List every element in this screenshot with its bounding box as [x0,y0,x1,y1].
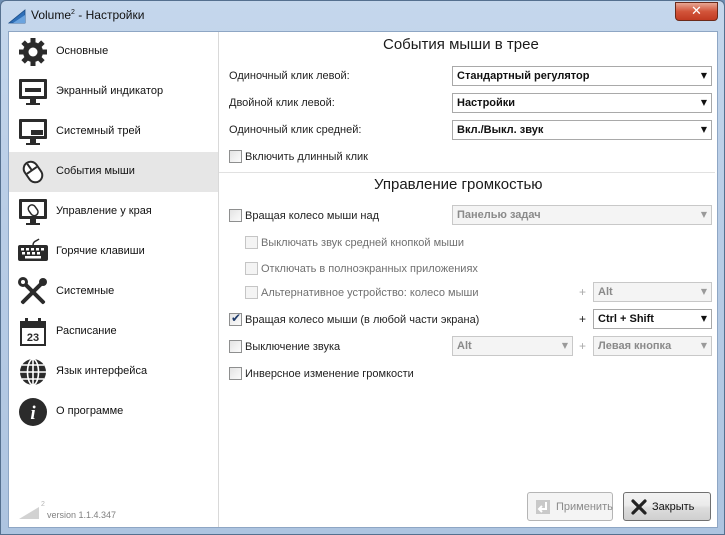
chevron-down-icon: ▼ [700,71,707,80]
sidebar-item-label: Расписание [56,325,117,337]
apply-icon [536,500,550,514]
sidebar-item-general[interactable]: Основные [9,32,218,72]
wheel-anywhere-modifier-select[interactable]: Ctrl + Shift ▼ [593,309,712,329]
sidebar-item-label: Язык интерфейса [56,365,148,377]
screen-edge-mouse-icon [19,199,47,225]
calendar-day-number: 23 [27,332,39,344]
keyboard-icon [18,238,48,261]
chevron-down-icon: ▼ [700,341,707,350]
monitor-icon [19,79,47,105]
alt-device-modifier-select[interactable]: Alt ▼ [593,282,712,302]
settings-window: Volume2 - Настройки ✕ Основные Экранный … [0,0,725,535]
volume2-logo: 2 [19,501,45,519]
title-bar[interactable]: Volume2 - Настройки ✕ [1,1,724,31]
sidebar-item-about[interactable]: i О программе [9,392,218,432]
apply-button-label: Применить [556,501,613,513]
sidebar-item-schedule[interactable]: 23 Расписание [9,312,218,352]
checkmark-icon: ✔ [231,311,242,325]
mute-middle-button-checkbox[interactable] [245,236,258,249]
single-middle-click-select[interactable]: Вкл./Выкл. звук ▼ [452,120,712,140]
globe-icon [20,358,46,386]
plus-sign: + [579,312,587,326]
fullscreen-disable-label: Отключать в полноэкранных приложениях [261,263,478,275]
sidebar-item-label: Системный трей [56,125,141,137]
inverse-volume-checkbox[interactable] [229,367,242,380]
tools-icon [18,277,47,305]
chevron-down-icon: ▼ [700,125,707,134]
fullscreen-disable-checkbox[interactable] [245,262,258,275]
sidebar-item-osd[interactable]: Экранный индикатор [9,72,218,112]
double-left-click-select[interactable]: Настройки ▼ [452,93,712,113]
sidebar-item-label: Горячие клавиши [56,245,145,257]
mute-modifier-select[interactable]: Alt ▼ [452,336,573,356]
info-glyph: i [30,403,36,424]
mute-label: Выключение звука [245,341,341,353]
section-title-mouse-events: События мыши в трее [383,36,539,53]
wheel-over-checkbox[interactable] [229,209,242,222]
window-close-button[interactable]: ✕ [675,2,718,21]
client-area: Основные Экранный индикатор Системный тр… [8,31,718,528]
long-click-checkbox[interactable] [229,150,242,163]
alt-device-label: Альтернативное устройство: колесо мыши [261,287,479,299]
chevron-down-icon: ▼ [700,210,707,219]
sidebar-item-label: Основные [56,45,109,57]
alt-device-checkbox[interactable] [245,286,258,299]
mute-middle-button-label: Выключать звук средней кнопкой мыши [261,237,465,249]
sidebar-item-label: События мыши [56,165,135,177]
sidebar-item-language[interactable]: Язык интерфейса [9,352,218,392]
long-click-label: Включить длинный клик [245,151,368,163]
wheel-over-select[interactable]: Панелью задач ▼ [452,205,712,225]
sidebar-item-label: Экранный индикатор [56,85,164,97]
mouse-icon [22,160,44,184]
sidebar: Основные Экранный индикатор Системный тр… [9,32,219,527]
app-volume-icon [8,9,26,24]
mute-checkbox[interactable] [229,340,242,353]
sidebar-item-hotkeys[interactable]: Горячие клавиши [9,232,218,272]
version-label: version 1.1.4.347 [47,510,117,520]
sidebar-item-mouse-events[interactable]: События мыши [9,152,218,192]
chevron-down-icon: ▼ [561,341,568,350]
close-button-label: Закрыть [652,501,695,513]
sidebar-item-label: Системные [56,285,115,297]
mouse-events-panel: События мыши в трее Одиночный клик левой… [219,32,717,482]
plus-sign: + [579,285,587,299]
sidebar-item-label: О программе [56,405,124,417]
wheel-anywhere-label: Вращая колесо мыши (в любой части экрана… [245,314,480,326]
single-middle-click-label: Одиночный клик средней: [229,124,362,136]
sidebar-item-system[interactable]: Системные [9,272,218,312]
gear-icon [19,38,47,66]
single-left-click-label: Одиночный клик левой: [229,70,350,82]
section-title-volume-control: Управление громкостью [374,176,543,193]
chevron-down-icon: ▼ [700,98,707,107]
apply-button[interactable]: Применить [527,492,613,521]
sidebar-item-label: Управление у края [56,205,152,217]
system-tray-icon [19,119,47,145]
calendar-icon: 23 [20,318,46,346]
sidebar-item-screen-edge[interactable]: Управление у края [9,192,218,232]
chevron-down-icon: ▼ [700,314,707,323]
single-left-click-select[interactable]: Стандартный регулятор ▼ [452,66,712,86]
wheel-anywhere-checkbox[interactable]: ✔ [229,311,242,326]
sidebar-item-tray[interactable]: Системный трей [9,112,218,152]
section-divider [219,172,715,173]
close-icon [631,499,647,515]
svg-text:2: 2 [41,501,45,508]
wheel-over-label: Вращая колесо мыши над [245,210,380,222]
double-left-click-label: Двойной клик левой: [229,97,335,109]
plus-sign: + [579,339,587,353]
inverse-volume-label: Инверсное изменение громкости [245,368,414,380]
close-button[interactable]: Закрыть [623,492,711,521]
window-title: Volume2 - Настройки [31,8,145,22]
mute-button-select[interactable]: Левая кнопка ▼ [593,336,712,356]
info-icon: i [19,398,47,426]
chevron-down-icon: ▼ [700,287,707,296]
